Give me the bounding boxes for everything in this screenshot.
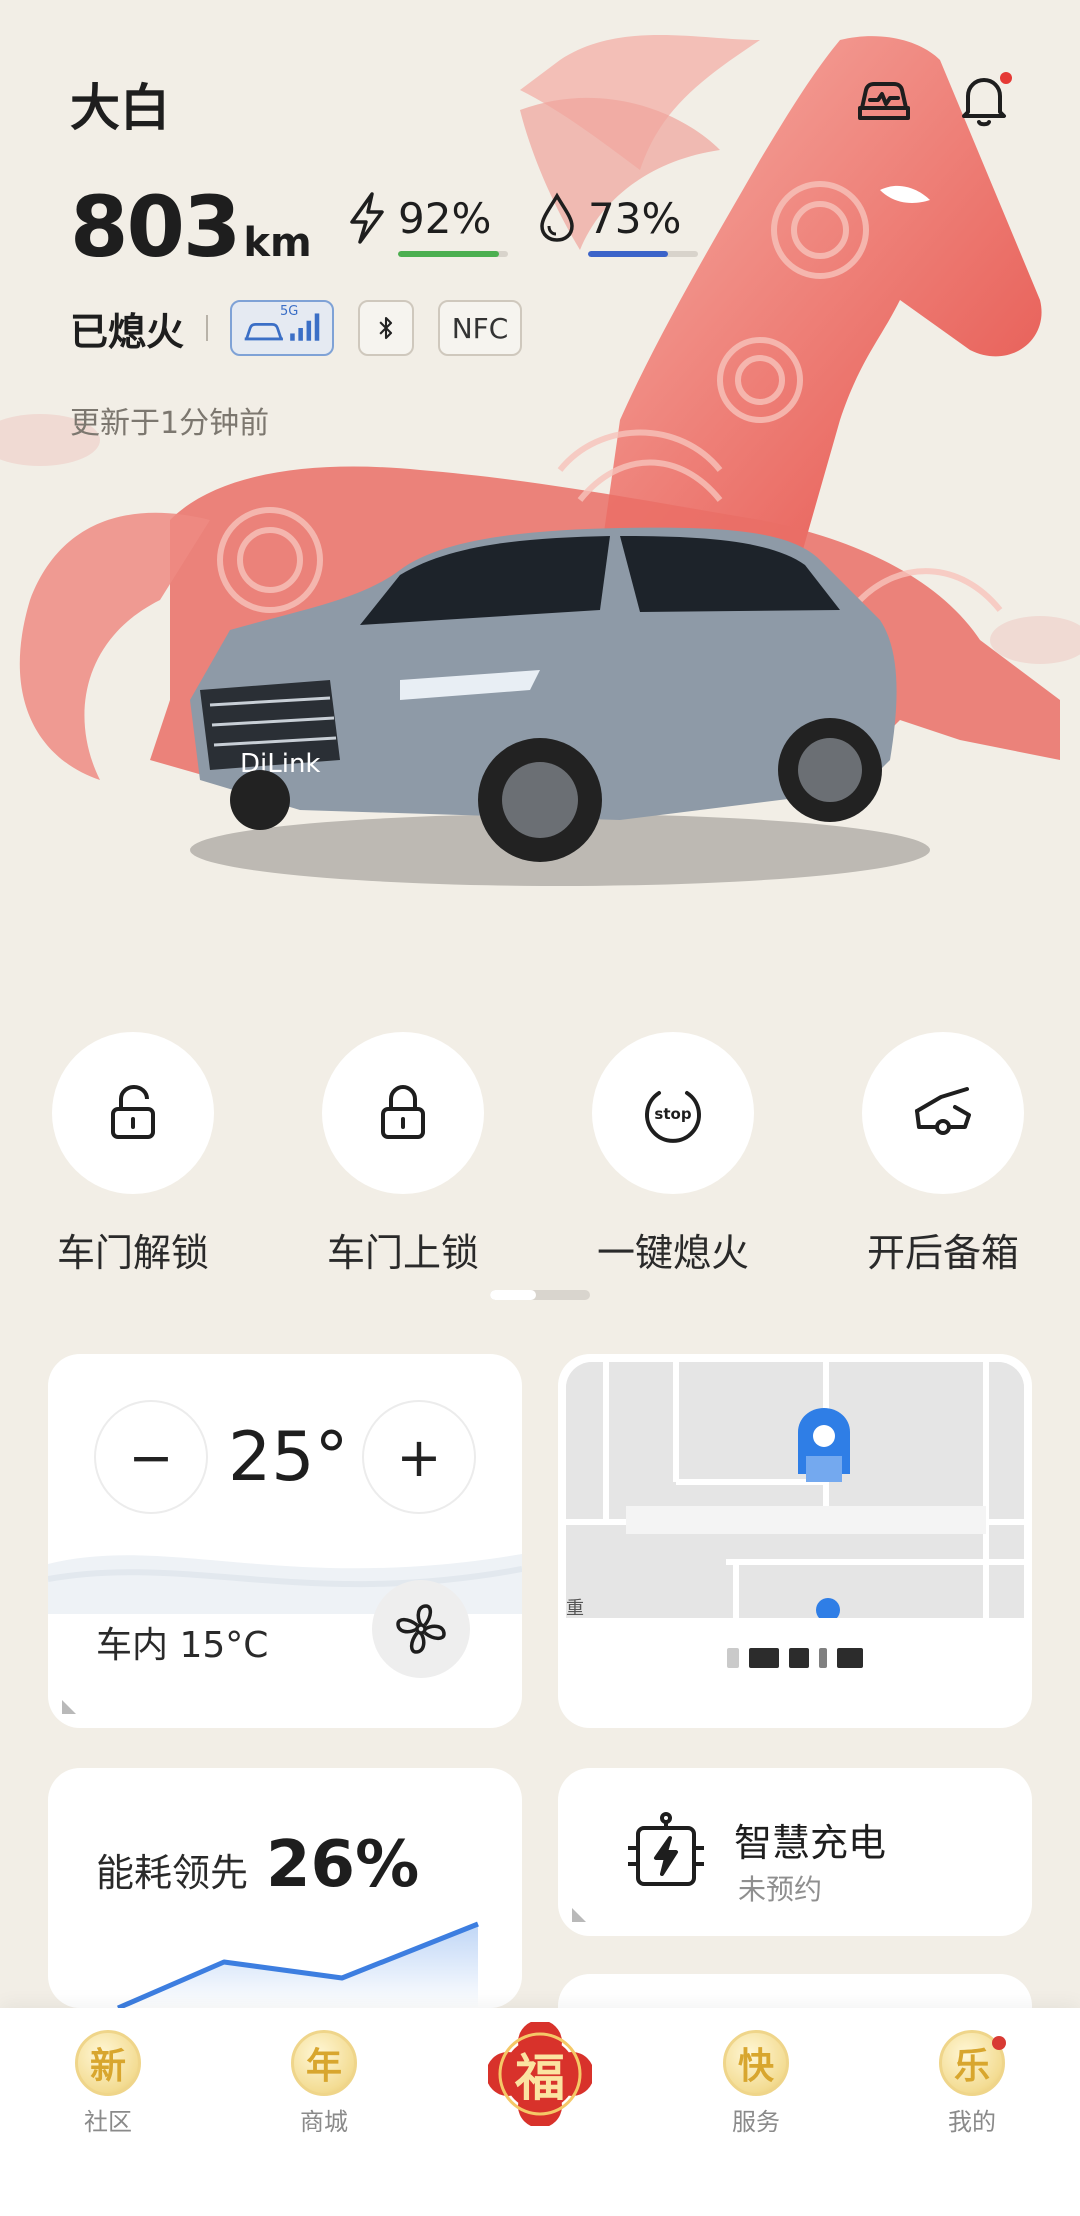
bluetooth-icon (379, 316, 393, 340)
year-badge-icon: 年 (291, 2030, 357, 2096)
engine-stop-button[interactable]: stop 一键熄火 (588, 1032, 758, 1277)
charging-status: 未预约 (738, 1873, 823, 1906)
action-label: 一键熄火 (596, 1231, 749, 1275)
quick-actions: 车门解锁 车门上锁 stop 一键熄火 开后备箱 (0, 1032, 1080, 1275)
range-display: 803 km (70, 178, 312, 276)
fuel-stat[interactable]: 73% (534, 192, 698, 257)
charging-title: 智慧充电 (734, 1821, 887, 1865)
tab-label: 服务 (732, 2108, 780, 2136)
fan-button[interactable] (372, 1580, 470, 1678)
lock-doors-button[interactable]: 车门上锁 (318, 1032, 488, 1277)
action-label: 车门上锁 (326, 1231, 479, 1275)
fortune-glyph: 福 (515, 2048, 565, 2107)
divider (206, 315, 209, 341)
tab-home[interactable]: 福 (488, 2022, 592, 2126)
battery-percent: 92% (398, 193, 492, 243)
fast-badge-icon: 快 (723, 2030, 789, 2096)
car-name[interactable]: 大白 (70, 68, 170, 140)
energy-label: 能耗领先 (96, 1851, 249, 1895)
fuel-bar (588, 250, 698, 257)
tab-label: 我的 (948, 2108, 996, 2136)
card-corner-mark (62, 1700, 76, 1714)
energy-trend-graph (117, 1921, 479, 2008)
target-temperature: 25° (228, 1418, 349, 1497)
last-updated: 更新于1分钟前 (70, 406, 270, 441)
energy-value: 26% (266, 1828, 420, 1902)
horse-artwork: DiLink (0, 35, 1080, 886)
vehicle-location-card[interactable]: 重 (558, 1354, 1032, 1728)
action-label: 车门解锁 (56, 1231, 209, 1275)
notification-dot (992, 2036, 1006, 2050)
tab-mine[interactable]: 乐 我的 (912, 2030, 1032, 2137)
climate-card[interactable]: − 25° + 车内 15°C (48, 1354, 522, 1728)
range-unit: km (243, 220, 312, 266)
car-check-icon[interactable] (852, 68, 916, 132)
fuel-drop-icon (540, 192, 574, 242)
charger-icon (628, 1812, 704, 1886)
vehicle-status-row: 已熄火 5G NFC (70, 300, 546, 356)
page-indicator (490, 1290, 590, 1300)
tab-label: 商城 (300, 2108, 348, 2136)
tab-service[interactable]: 快 服务 (696, 2030, 816, 2137)
cabin-temperature: 车内 15°C (96, 1625, 269, 1666)
hero-section: DiLink 大白 803 km 92% 73% 已熄火 5G NFC 更新于1… (0, 0, 1080, 980)
location-address (558, 1648, 1032, 1668)
temp-increase-button[interactable]: + (362, 1400, 476, 1514)
bottom-tab-bar: 新 社区 年 商城 福 快 服务 乐 我的 (0, 2008, 1080, 2216)
network-signal-chip[interactable]: 5G (230, 300, 335, 356)
open-trunk-button[interactable]: 开后备箱 (858, 1032, 1028, 1277)
nfc-chip[interactable]: NFC (438, 300, 523, 356)
fan-icon (396, 1604, 446, 1654)
tab-label: 社区 (84, 2108, 132, 2136)
smart-charging-card[interactable]: 智慧充电 未预约 (558, 1768, 1032, 1936)
energy-ranking-card[interactable]: 能耗领先 26% (48, 1768, 522, 2008)
unlock-icon (111, 1085, 155, 1139)
battery-stat[interactable]: 92% (344, 192, 508, 257)
trunk-icon (915, 1087, 971, 1135)
card-corner-mark (572, 1908, 586, 1922)
lightning-icon (350, 192, 384, 244)
svg-text:stop: stop (654, 1105, 691, 1123)
temp-decrease-button[interactable]: − (94, 1400, 208, 1514)
map-street-label: 重 (566, 1598, 584, 1618)
action-label: 开后备箱 (866, 1231, 1019, 1275)
engine-state: 已熄火 (70, 309, 185, 354)
notification-dot (1000, 72, 1012, 84)
tab-community[interactable]: 新 社区 (48, 2030, 168, 2137)
network-type: 5G (280, 304, 299, 319)
bluetooth-chip[interactable] (358, 300, 415, 356)
fuel-percent: 73% (588, 193, 682, 243)
battery-bar (398, 250, 508, 257)
lock-icon (381, 1085, 425, 1139)
range-value: 803 (70, 178, 241, 276)
bell-icon[interactable] (952, 68, 1016, 132)
stop-icon: stop (645, 1091, 701, 1143)
location-map[interactable]: 重 (566, 1362, 1024, 1618)
new-badge-icon: 新 (75, 2030, 141, 2096)
tab-mall[interactable]: 年 商城 (264, 2030, 384, 2137)
unlock-doors-button[interactable]: 车门解锁 (48, 1032, 218, 1277)
